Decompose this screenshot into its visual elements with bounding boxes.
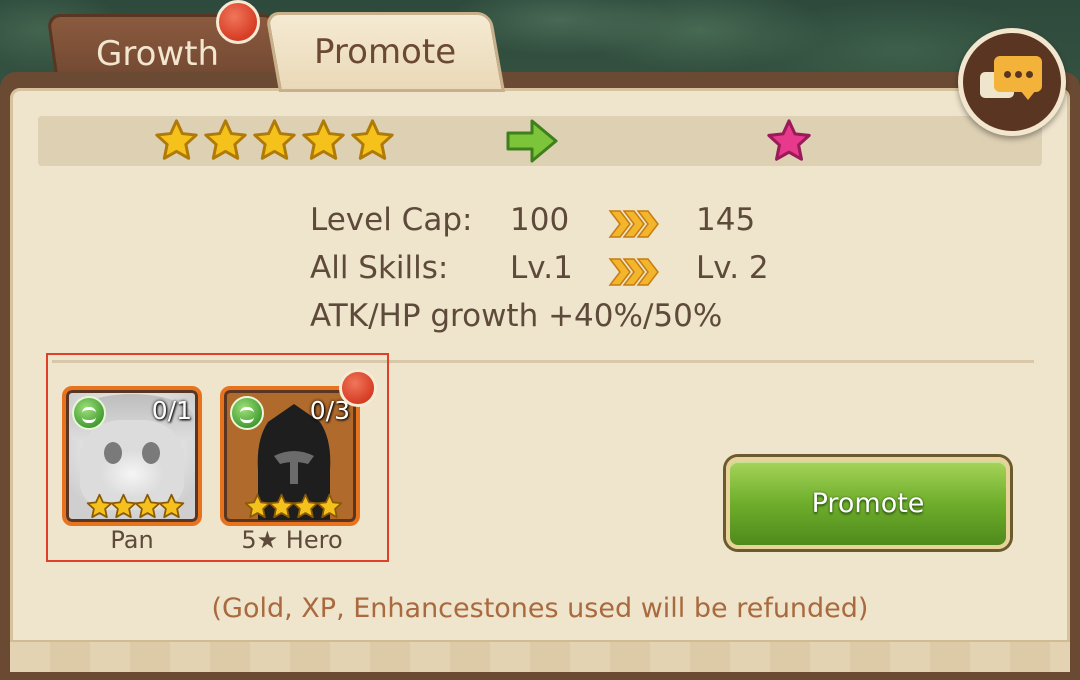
star-icon bbox=[134, 493, 161, 519]
chat-button[interactable] bbox=[958, 28, 1066, 136]
tab-promote-label: Promote bbox=[313, 32, 457, 72]
hero-notification-dot bbox=[339, 369, 377, 407]
star-icon bbox=[253, 119, 296, 160]
promote-button[interactable]: Promote bbox=[726, 457, 1010, 549]
level-cap-row: Level Cap: 100 145 bbox=[310, 202, 910, 250]
star-icon bbox=[268, 493, 295, 519]
material-slot-hero[interactable]: 0/3 bbox=[220, 386, 360, 526]
level-cap-label: Level Cap: bbox=[310, 202, 473, 238]
tab-growth-label: Growth bbox=[96, 34, 220, 74]
all-skills-row: All Skills: Lv.1 Lv. 2 bbox=[310, 250, 910, 298]
star-icon bbox=[110, 493, 137, 519]
promotion-stats: Level Cap: 100 145 All Skills: Lv.1 Lv. … bbox=[310, 202, 910, 346]
current-stars bbox=[154, 118, 395, 163]
level-cap-to: 145 bbox=[696, 202, 756, 238]
wind-icon bbox=[230, 396, 264, 430]
level-cap-from: 100 bbox=[510, 202, 570, 238]
arrow-right-icon bbox=[506, 119, 558, 163]
all-skills-from: Lv.1 bbox=[510, 250, 573, 286]
star-icon bbox=[351, 119, 394, 160]
material-count: 0/1 bbox=[151, 396, 192, 425]
triple-chevron-icon bbox=[608, 210, 659, 238]
tab-promote[interactable]: Promote bbox=[264, 12, 506, 92]
growth-row: ATK/HP growth +40%/50% bbox=[310, 298, 910, 346]
star-icon bbox=[86, 493, 113, 519]
all-skills-to: Lv. 2 bbox=[696, 250, 769, 286]
pink-star-icon bbox=[767, 119, 811, 161]
star-icon bbox=[292, 493, 319, 519]
star-icon bbox=[316, 493, 343, 519]
star-icon bbox=[204, 119, 247, 160]
growth-bonus-text: ATK/HP growth +40%/50% bbox=[310, 298, 723, 334]
star-progress-bar bbox=[38, 116, 1042, 166]
star-icon bbox=[244, 493, 271, 519]
card-stars bbox=[244, 493, 343, 520]
growth-notification-dot bbox=[216, 0, 260, 44]
card-stars bbox=[86, 493, 185, 520]
star-icon bbox=[155, 119, 198, 160]
material-label-hero: 5★ Hero bbox=[241, 526, 343, 554]
star-icon bbox=[302, 119, 345, 160]
material-slot-pan[interactable]: 0/1 bbox=[62, 386, 202, 526]
material-label-pan: Pan bbox=[110, 526, 154, 554]
star-icon bbox=[158, 493, 185, 519]
triple-chevron-icon bbox=[608, 258, 659, 286]
chat-bubbles-icon bbox=[980, 56, 1044, 108]
refund-note: (Gold, XP, Enhancestones used will be re… bbox=[211, 593, 869, 624]
panel-bottom-trim bbox=[10, 640, 1070, 672]
all-skills-label: All Skills: bbox=[310, 250, 449, 286]
wind-icon bbox=[72, 396, 106, 430]
promote-button-label: Promote bbox=[811, 487, 925, 519]
next-star-icon bbox=[766, 118, 812, 164]
